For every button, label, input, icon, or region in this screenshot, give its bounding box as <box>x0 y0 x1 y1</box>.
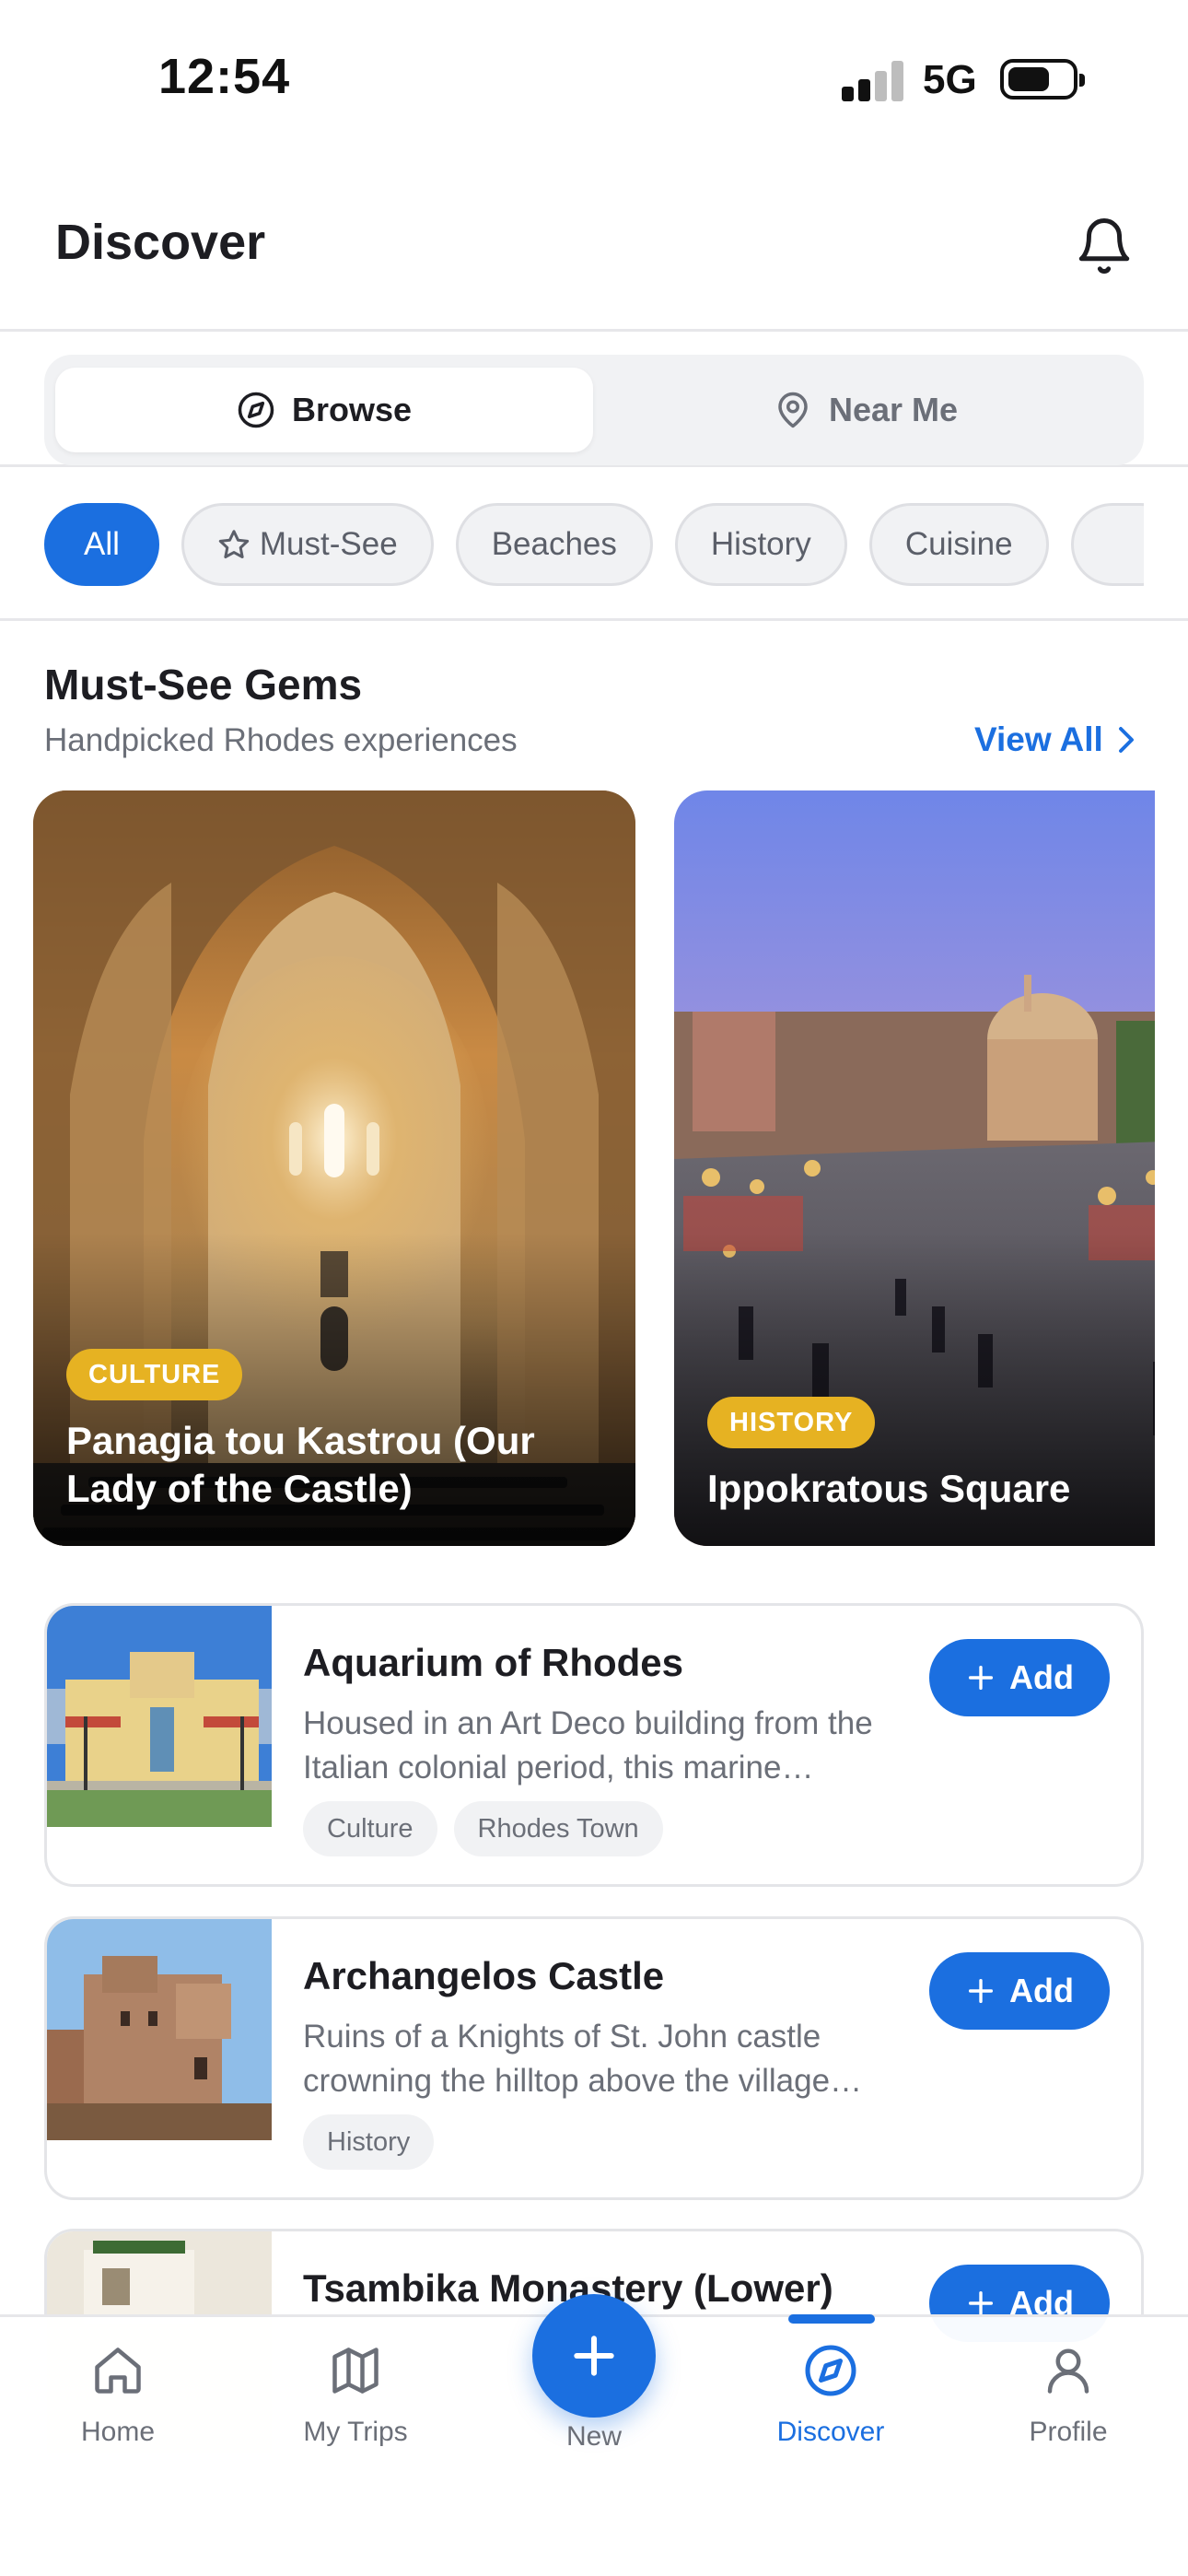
tag: History <box>303 2114 435 2170</box>
add-label: Add <box>1009 1658 1074 1696</box>
compass-icon <box>805 2345 856 2396</box>
chip-history[interactable]: History <box>674 503 847 586</box>
view-all-link[interactable]: View All <box>974 720 1136 759</box>
featured-title: Panagia tou Kastrou (Our Lady of the Cas… <box>66 1419 535 1510</box>
status-bar: 12:54 5G <box>0 0 1188 157</box>
add-button[interactable]: Add <box>929 1952 1110 2030</box>
item-title: Archangelos Castle <box>303 1954 665 1997</box>
tab-discover-label: Discover <box>776 2417 885 2447</box>
network-label: 5G <box>923 57 977 102</box>
near-me-label: Near Me <box>828 391 959 428</box>
segmented-control: Browse Near Me <box>44 355 1144 465</box>
browse-segment[interactable]: Browse <box>55 368 593 452</box>
chip-beaches[interactable]: Beaches <box>455 503 653 586</box>
chevron-right-icon <box>1118 727 1134 753</box>
page-title: Discover <box>55 215 266 270</box>
map-pin-icon <box>778 392 808 428</box>
tab-my-trips-label: My Trips <box>303 2417 408 2447</box>
filter-bar: All Must-See Beaches History Cuisine <box>0 470 1188 621</box>
view-all-label: View All <box>974 720 1103 758</box>
category-badge: CULTURE <box>66 1349 243 1400</box>
tab-discover[interactable]: Discover <box>739 2343 923 2448</box>
bell-icon[interactable] <box>1074 214 1135 278</box>
near-me-segment[interactable]: Near Me <box>597 368 1135 452</box>
map-icon <box>332 2348 379 2394</box>
featured-card[interactable]: CULTURE Panagia tou Kastrou (Our Lady of… <box>33 790 635 1546</box>
item-title: Aquarium of Rhodes <box>303 1641 684 1684</box>
plus-icon <box>574 2336 614 2376</box>
home-icon <box>95 2348 141 2394</box>
featured-card[interactable]: HISTORY Ippokratous Square <box>674 790 1155 1546</box>
new-label: New <box>565 2421 622 2452</box>
tag: Rhodes Town <box>453 1801 663 1856</box>
list-item[interactable]: Aquarium of Rhodes Housed in an Art Deco… <box>44 1603 1144 1887</box>
aquarium-thumbnail <box>47 1606 272 1827</box>
battery-icon <box>1000 59 1085 100</box>
chip-cuisine[interactable]: Cuisine <box>868 503 1049 586</box>
category-badge: HISTORY <box>707 1397 876 1448</box>
chip-all[interactable]: All <box>44 503 159 586</box>
browse-label: Browse <box>291 391 413 428</box>
signal-icon <box>842 61 904 101</box>
add-label: Add <box>1009 1972 1074 2009</box>
plus-icon <box>968 1665 994 1691</box>
item-description: Ruins of a Knights of St. John castle cr… <box>303 2019 863 2099</box>
item-tags: History <box>303 2114 435 2170</box>
tab-profile-label: Profile <box>1029 2417 1108 2447</box>
tab-home[interactable]: Home <box>26 2343 210 2448</box>
castle-thumbnail <box>47 1919 272 2140</box>
view-switcher: Browse Near Me <box>0 334 1188 467</box>
item-description: Housed in an Art Deco building from the … <box>303 1705 873 1786</box>
star-icon <box>218 530 250 558</box>
featured-title: Ippokratous Square <box>707 1467 1071 1510</box>
tab-home-label: Home <box>80 2417 156 2447</box>
tag: Culture <box>303 1801 437 1856</box>
chip-must-see-label: Must-See <box>259 526 398 562</box>
list-item[interactable]: Archangelos Castle Ruins of a Knights of… <box>44 1916 1144 2200</box>
tab-profile[interactable]: Profile <box>976 2343 1160 2448</box>
item-tags: Culture Rhodes Town <box>303 1801 663 1856</box>
app-header: Discover <box>0 157 1188 332</box>
user-icon <box>1047 2348 1089 2394</box>
plus-icon <box>968 1978 994 2004</box>
filter-chips: All Must-See Beaches History Cuisine <box>44 503 1144 588</box>
active-tab-indicator <box>788 2314 875 2324</box>
section-subtitle: Handpicked Rhodes experiences <box>44 722 518 758</box>
chip-must-see[interactable]: Must-See <box>181 503 434 586</box>
new-button[interactable] <box>532 2294 656 2418</box>
chip-partial[interactable] <box>1070 503 1144 586</box>
compass-icon <box>238 392 274 428</box>
section-title: Must-See Gems <box>44 661 363 708</box>
status-time: 12:54 <box>158 49 291 104</box>
add-button[interactable]: Add <box>929 1639 1110 1716</box>
featured-carousel: CULTURE Panagia tou Kastrou (Our Lady of… <box>33 790 1155 1546</box>
tab-my-trips[interactable]: My Trips <box>263 2343 448 2448</box>
